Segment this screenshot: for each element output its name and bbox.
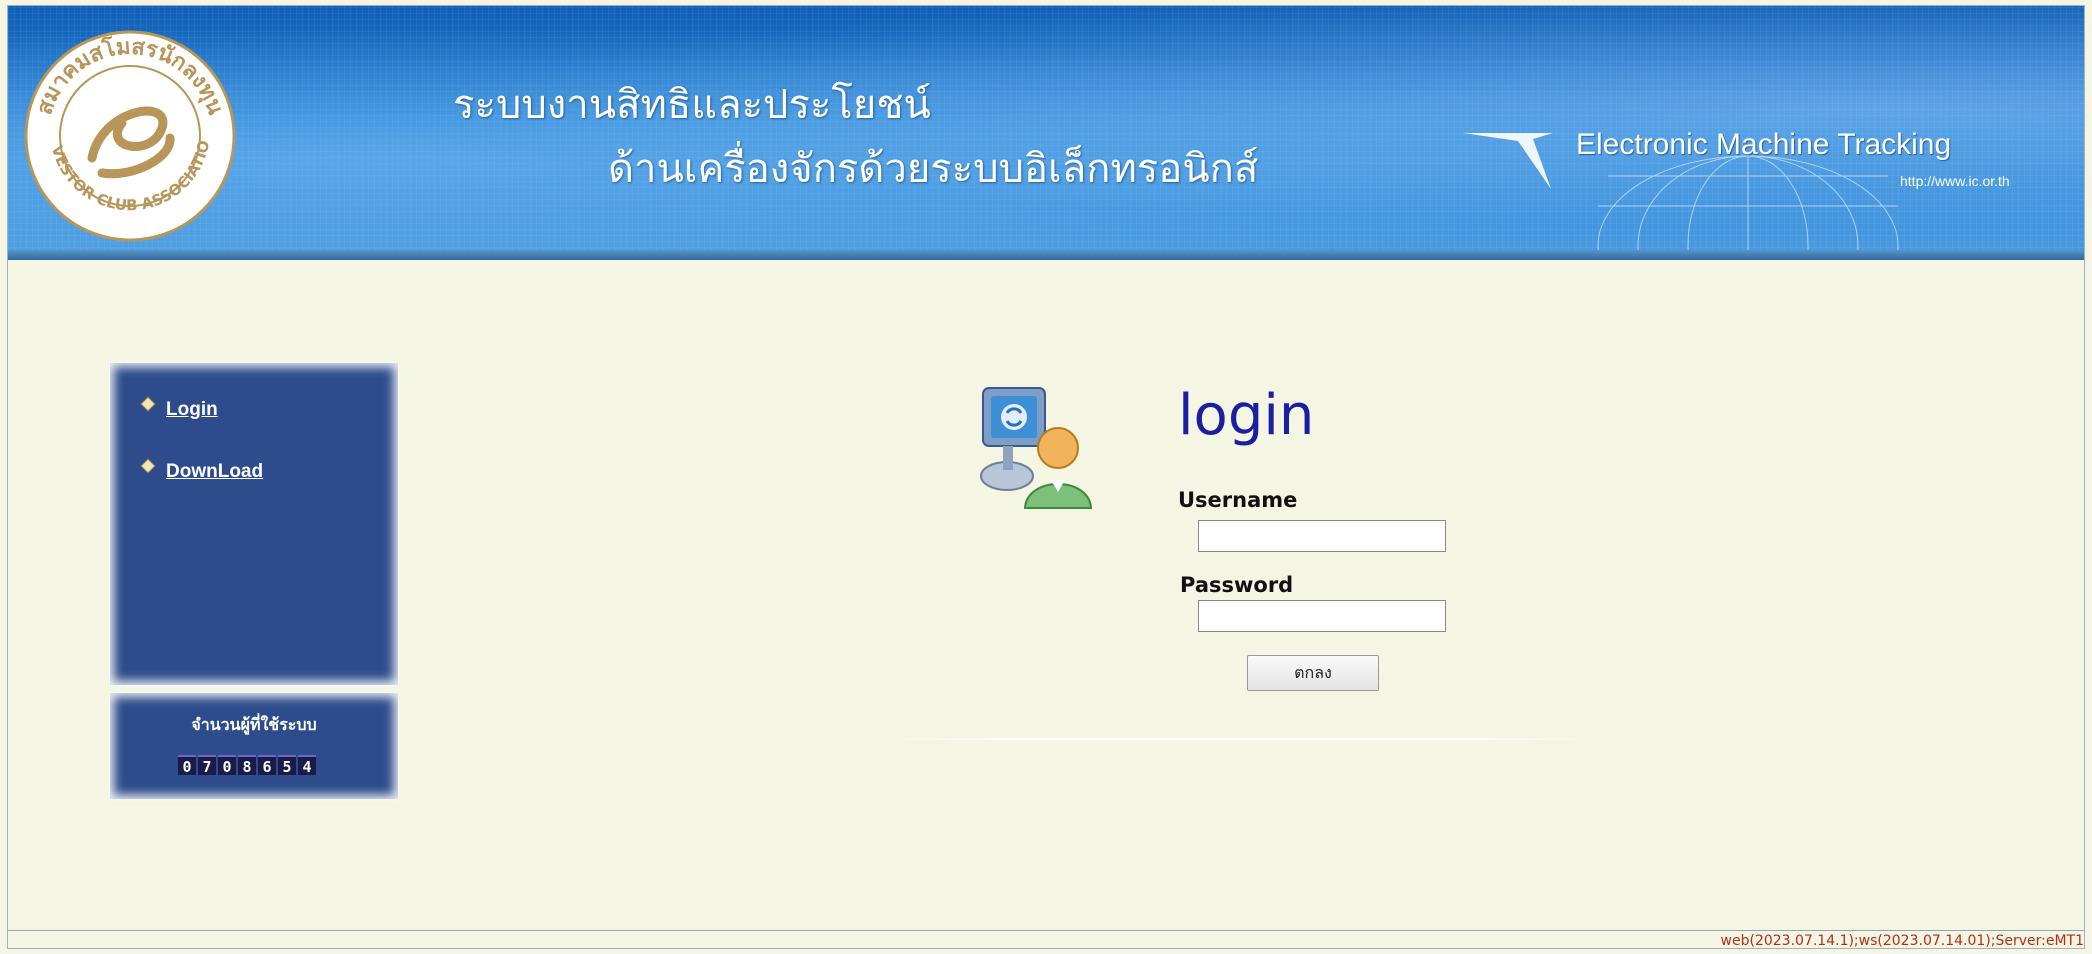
visitor-counter: 0 7 0 8 6 5 4 — [178, 755, 316, 776]
counter-digit: 7 — [198, 755, 216, 776]
username-label: Username — [1178, 488, 1298, 512]
system-title-line1: ระบบงานสิทธิและประโยชน์ — [453, 82, 931, 128]
counter-digit: 6 — [258, 755, 276, 776]
password-label: Password — [1180, 573, 1294, 597]
counter-digit: 4 — [298, 755, 316, 776]
investor-club-logo: สมาคมสโมสรนักลงทุน INVESTOR CLUB ASSOCIA… — [22, 28, 236, 242]
user-computer-icon — [980, 387, 1093, 509]
sidebar-item-label: DownLoad — [166, 461, 264, 482]
header-banner: สมาคมสโมสรนักลงทุน INVESTOR CLUB ASSOCIA… — [8, 6, 2084, 260]
site-url: http://www.ic.or.th — [1900, 173, 2010, 189]
system-name: Electronic Machine Tracking — [1576, 128, 1952, 161]
login-separator — [880, 738, 1600, 740]
counter-digit: 0 — [218, 755, 236, 776]
sidebar-item-download[interactable]: DownLoad — [140, 458, 264, 483]
diamond-bullet-icon — [140, 458, 156, 474]
counter-digit: 8 — [238, 755, 256, 776]
visitor-counter-label: จำนวนผู้ที่ใช้ระบบ — [191, 715, 317, 734]
sidebar-menu: Login DownLoad — [110, 363, 398, 685]
version-info: web(2023.07.14.1);ws(2023.07.14.01);Serv… — [1720, 933, 2084, 949]
visitor-counter-panel: จำนวนผู้ที่ใช้ระบบ 0 7 0 8 6 5 4 — [110, 693, 398, 799]
footer-divider — [8, 930, 2084, 931]
counter-digit: 5 — [278, 755, 296, 776]
sidebar-item-login[interactable]: Login — [140, 396, 218, 421]
username-field[interactable] — [1198, 520, 1446, 552]
login-heading: login — [1178, 383, 1315, 448]
submit-button[interactable]: ตกลง — [1247, 655, 1379, 691]
sidebar-item-label: Login — [166, 399, 218, 420]
password-field[interactable] — [1198, 600, 1446, 632]
diamond-bullet-icon — [140, 396, 156, 412]
counter-digit: 0 — [178, 755, 196, 776]
banner-divider — [8, 250, 2084, 260]
swoosh-graphic — [1463, 133, 1553, 189]
system-title-line2: ด้านเครื่องจักรด้วยระบบอิเล็กทรอนิกส์ — [608, 146, 1259, 192]
